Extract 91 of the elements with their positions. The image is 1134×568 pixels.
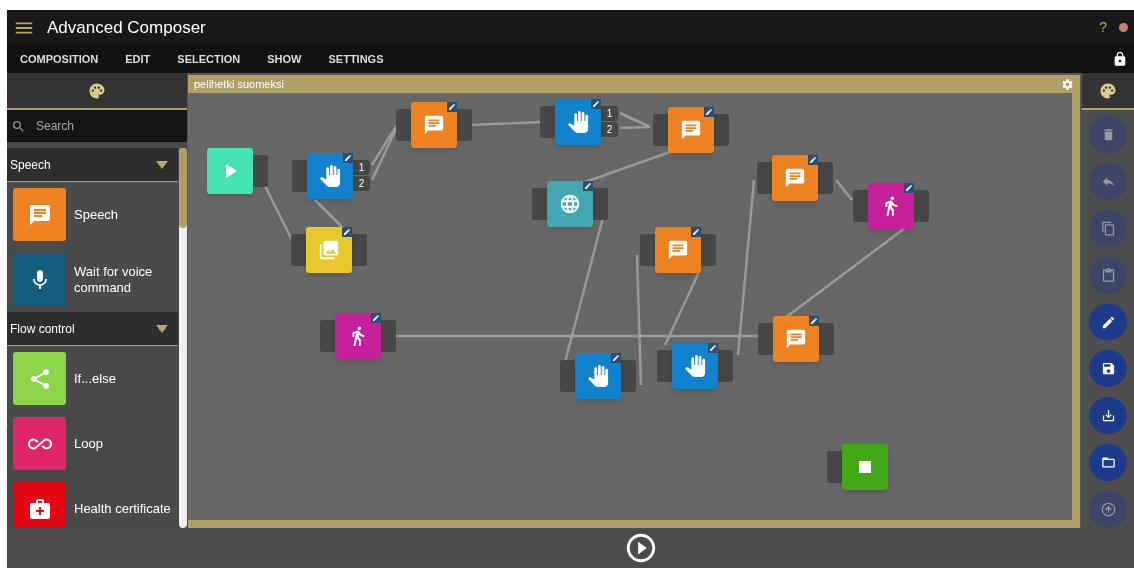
input-port[interactable]	[292, 160, 307, 192]
input-port[interactable]	[320, 320, 335, 352]
copy-icon	[1100, 220, 1116, 236]
scrollbar[interactable]	[179, 148, 187, 528]
flow-block[interactable]	[306, 227, 352, 273]
save-button[interactable]	[1089, 350, 1127, 388]
palette-item[interactable]: Wait for voice command	[7, 247, 178, 312]
flow-block[interactable]	[668, 107, 714, 153]
pencil-icon	[1100, 314, 1116, 330]
flow-block[interactable]	[575, 353, 621, 399]
output-port[interactable]: 1	[353, 160, 370, 175]
edit-icon[interactable]	[371, 313, 381, 323]
open-folder-button[interactable]	[1089, 444, 1127, 482]
menu-item[interactable]: SELECTION	[177, 50, 241, 68]
edit-icon[interactable]	[342, 227, 352, 237]
edit-icon[interactable]	[583, 181, 593, 191]
palette-item[interactable]: Loop	[7, 411, 178, 476]
input-port[interactable]	[758, 323, 773, 355]
flow-block[interactable]	[655, 227, 701, 273]
input-port[interactable]	[827, 451, 842, 483]
help-button[interactable]: ?	[1099, 17, 1107, 38]
flow-block[interactable]	[547, 181, 593, 227]
output-port[interactable]: 2	[353, 176, 370, 191]
speech-bubble-icon	[785, 328, 807, 350]
input-port[interactable]	[560, 360, 575, 392]
input-port[interactable]	[853, 190, 868, 222]
edit-icon[interactable]	[809, 316, 819, 326]
palette-item[interactable]: Speech	[7, 182, 178, 247]
input-port[interactable]	[653, 114, 668, 146]
composition-canvas[interactable]: 1 2 1 2	[188, 93, 1080, 528]
globe-icon	[559, 193, 581, 215]
input-port[interactable]	[640, 234, 655, 266]
caret-icon	[156, 160, 168, 169]
speech-bubble-icon	[680, 119, 702, 141]
speech-bubble-icon	[27, 202, 52, 227]
save-as-button[interactable]	[1089, 397, 1127, 435]
images-icon	[318, 239, 340, 261]
menu-item[interactable]: SHOW	[267, 50, 302, 68]
output-port[interactable]: 2	[601, 122, 618, 137]
edit-icon[interactable]	[611, 353, 621, 363]
input-port[interactable]	[540, 106, 555, 138]
medical-kit-icon	[27, 496, 52, 521]
flow-block[interactable]	[868, 183, 914, 229]
edit-icon[interactable]	[343, 153, 353, 163]
edit-icon[interactable]	[691, 227, 701, 237]
edit-icon[interactable]	[447, 102, 457, 112]
hand-icon	[684, 355, 706, 377]
menu-item[interactable]: EDIT	[125, 50, 151, 68]
input-port[interactable]	[657, 350, 672, 382]
output-port[interactable]: 1	[601, 106, 618, 121]
palette-icon[interactable]	[1099, 81, 1117, 100]
flow-block[interactable]	[411, 102, 457, 148]
flow-block[interactable]	[307, 153, 353, 199]
hand-icon	[319, 165, 341, 187]
arrow-up-circle-icon	[1100, 502, 1116, 518]
speech-bubble-icon	[423, 114, 445, 136]
hand-icon	[567, 111, 589, 133]
input-port[interactable]	[291, 234, 306, 266]
palette-icon[interactable]	[88, 81, 106, 100]
hand-icon	[587, 365, 609, 387]
composition-title: pelihetki suomeksi	[194, 76, 284, 92]
eraser-button[interactable]	[1089, 303, 1127, 341]
search-icon	[11, 119, 26, 134]
window-title: Advanced Composer	[47, 16, 206, 39]
input-port[interactable]	[532, 188, 547, 220]
download-tray-icon	[1100, 408, 1116, 424]
speech-bubble-icon	[667, 239, 689, 261]
search-field[interactable]: Search	[7, 110, 187, 142]
flow-block[interactable]	[555, 99, 601, 145]
edit-icon[interactable]	[591, 99, 601, 109]
flow-block[interactable]	[773, 316, 819, 362]
edit-icon[interactable]	[704, 107, 714, 117]
settings-icon[interactable]	[1061, 77, 1074, 91]
edit-icon[interactable]	[708, 343, 718, 353]
lock-icon[interactable]	[1112, 51, 1128, 67]
palette-item[interactable]: If...else	[7, 346, 178, 411]
input-port[interactable]	[757, 162, 772, 194]
category-header[interactable]: Speech	[7, 148, 178, 182]
input-port[interactable]	[396, 109, 411, 141]
menu-item[interactable]: COMPOSITION	[20, 50, 99, 68]
flow-block[interactable]	[772, 155, 818, 201]
speech-bubble-icon	[784, 167, 806, 189]
flow-block[interactable]	[335, 313, 381, 359]
folder-icon	[1100, 455, 1116, 471]
menu-item[interactable]: SETTINGS	[328, 50, 384, 68]
edit-icon[interactable]	[904, 183, 914, 193]
category-header[interactable]: Flow control	[7, 312, 178, 346]
clipboard-icon	[1100, 267, 1116, 283]
flow-block[interactable]	[672, 343, 718, 389]
caret-icon	[156, 324, 168, 333]
edit-icon[interactable]	[808, 155, 818, 165]
